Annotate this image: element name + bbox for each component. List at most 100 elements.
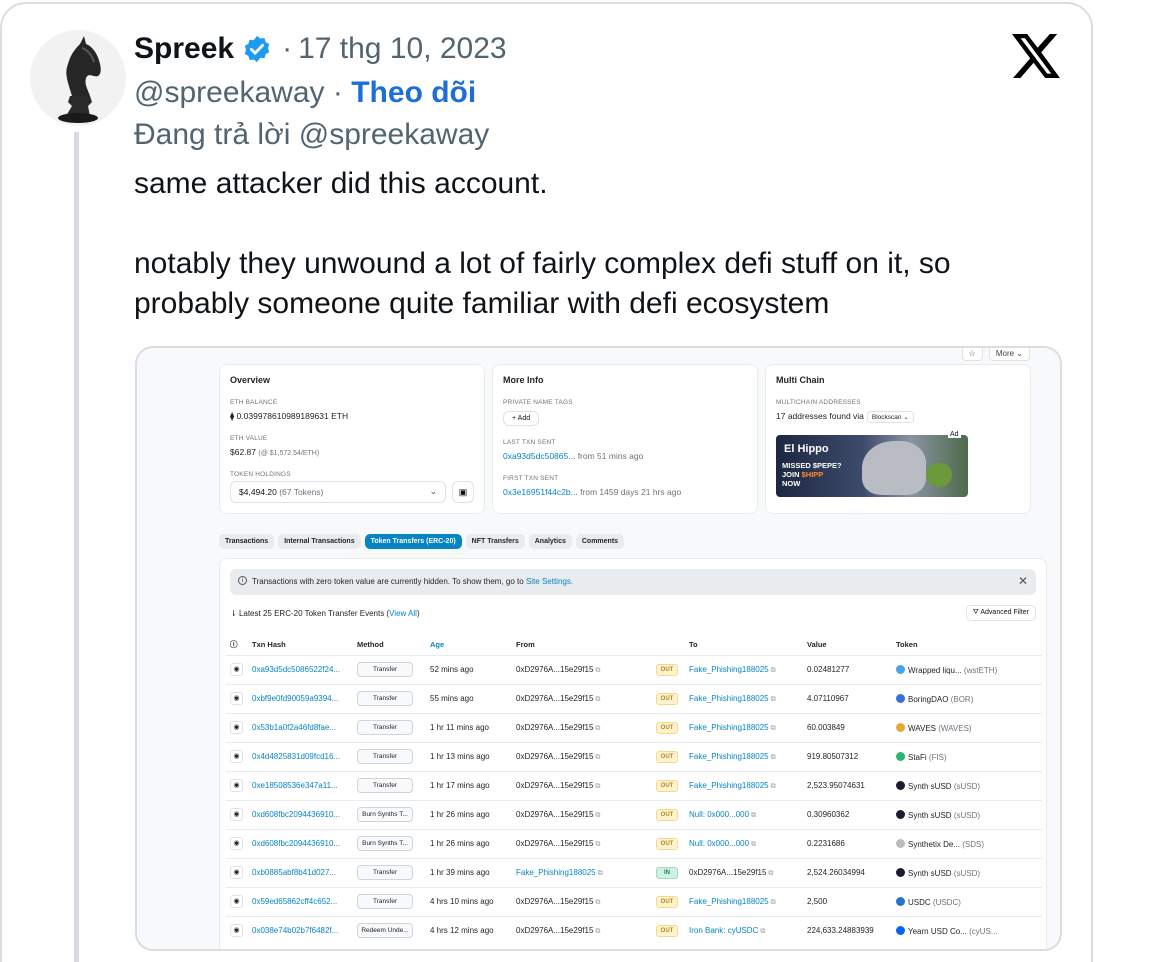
last-txn-link[interactable]: 0xa93d5dc50865... xyxy=(503,451,575,461)
txn-hash-link[interactable]: 0x038e74b02b7f6482f... xyxy=(252,926,338,935)
copy-icon[interactable]: ⧉ xyxy=(771,899,776,906)
from-address[interactable]: 0xD2976A...15e29f15 xyxy=(516,897,593,906)
tab-transactions[interactable]: Transactions xyxy=(219,534,275,549)
eye-icon[interactable]: ◉ xyxy=(230,750,243,763)
author-handle[interactable]: @spreekaway xyxy=(134,76,325,109)
from-address[interactable]: 0xD2976A...15e29f15 xyxy=(516,694,593,703)
copy-icon[interactable]: ⧉ xyxy=(751,812,756,819)
eye-icon[interactable]: ◉ xyxy=(230,808,243,821)
txn-hash-link[interactable]: 0x53b1a0f2a46fd8fae... xyxy=(252,723,336,732)
txn-hash-link[interactable]: 0xbf9e0fd90059a9394... xyxy=(252,694,338,703)
token-name[interactable]: StaFi xyxy=(908,753,927,762)
from-address[interactable]: 0xD2976A...15e29f15 xyxy=(516,723,593,732)
tab-analytics[interactable]: Analytics xyxy=(528,534,572,549)
tweet-date[interactable]: 17 thg 10, 2023 xyxy=(298,32,507,66)
eye-icon[interactable]: ◉ xyxy=(230,866,243,879)
col-age[interactable]: Age xyxy=(426,635,512,655)
copy-icon[interactable]: ⧉ xyxy=(771,783,776,790)
copy-icon[interactable]: ⧉ xyxy=(595,928,600,935)
copy-icon[interactable]: ⧉ xyxy=(771,725,776,732)
token-name[interactable]: USDC xyxy=(908,898,931,907)
to-address[interactable]: Null: 0x000...000 xyxy=(689,810,749,819)
eye-icon[interactable]: ◉ xyxy=(230,895,243,908)
from-address[interactable]: 0xD2976A...15e29f15 xyxy=(516,665,593,674)
to-address[interactable]: Fake_Phishing188025 xyxy=(689,752,769,761)
wallet-icon[interactable]: ▣ xyxy=(452,481,474,503)
close-icon[interactable]: ✕ xyxy=(1018,574,1028,588)
copy-icon[interactable]: ⧉ xyxy=(595,667,600,674)
txn-hash-link[interactable]: 0x59ed65862cff4c652... xyxy=(252,897,337,906)
eye-icon[interactable]: ◉ xyxy=(230,837,243,850)
token-name[interactable]: BoringDAO xyxy=(908,695,948,704)
eye-icon[interactable]: ◉ xyxy=(230,924,243,938)
txn-hash-link[interactable]: 0xa93d5dc5086522f24... xyxy=(252,665,340,674)
token-name[interactable]: Yearn USD Co... xyxy=(908,927,967,936)
ad-banner[interactable]: El Hippo MISSED $PEPE? JOIN $HIPP NOW xyxy=(776,435,968,497)
from-address[interactable]: 0xD2976A...15e29f15 xyxy=(516,752,593,761)
site-settings-link[interactable]: Site Settings. xyxy=(526,577,573,586)
eye-icon[interactable]: ◉ xyxy=(230,721,243,734)
txn-hash-link[interactable]: 0xe18508536e347a11... xyxy=(252,781,338,790)
star-button[interactable]: ☆ xyxy=(961,348,983,361)
to-address[interactable]: Null: 0x000...000 xyxy=(689,839,749,848)
copy-icon[interactable]: ⧉ xyxy=(595,754,600,761)
txn-hash-link[interactable]: 0xd608fbc2094436910... xyxy=(252,810,340,819)
copy-icon[interactable]: ⧉ xyxy=(595,725,600,732)
txn-hash-link[interactable]: 0xb0885abf8b41d027... xyxy=(252,868,336,877)
author-name[interactable]: Spreek xyxy=(134,32,234,66)
from-address[interactable]: Fake_Phishing188025 xyxy=(516,868,596,877)
ad-join: JOIN xyxy=(782,470,800,479)
col-method[interactable]: Method xyxy=(353,635,426,655)
copy-icon[interactable]: ⧉ xyxy=(771,667,776,674)
tab-internal-transactions[interactable]: Internal Transactions xyxy=(278,534,361,549)
copy-icon[interactable]: ⧉ xyxy=(595,899,600,906)
author-avatar[interactable] xyxy=(30,30,126,126)
eye-icon[interactable]: ◉ xyxy=(230,663,243,676)
tab-token-transfers[interactable]: Token Transfers (ERC-20) xyxy=(364,534,462,549)
copy-icon[interactable]: ⧉ xyxy=(771,754,776,761)
from-address[interactable]: 0xD2976A...15e29f15 xyxy=(516,810,593,819)
to-address[interactable]: Fake_Phishing188025 xyxy=(689,897,769,906)
eye-icon[interactable]: ◉ xyxy=(230,692,243,705)
view-all-link[interactable]: View All xyxy=(389,609,417,618)
more-button[interactable]: More ⌄ xyxy=(988,348,1030,361)
copy-icon[interactable]: ⧉ xyxy=(595,812,600,819)
ad-title: El Hippo xyxy=(784,443,829,455)
add-tag-button[interactable]: + Add xyxy=(503,411,540,426)
eye-icon[interactable]: ◉ xyxy=(230,779,243,792)
from-address[interactable]: 0xD2976A...15e29f15 xyxy=(516,781,593,790)
attached-screenshot[interactable]: ☆ More ⌄ Overview ETH BALANCE ⧫ 0.039978… xyxy=(135,346,1062,951)
token-name[interactable]: Synth sUSD xyxy=(908,869,952,878)
copy-icon[interactable]: ⧉ xyxy=(595,783,600,790)
to-address[interactable]: Fake_Phishing188025 xyxy=(689,694,769,703)
advanced-filter-button[interactable]: ⛛ Advanced Filter xyxy=(965,605,1036,621)
txn-hash-link[interactable]: 0x4d4825831d09fcd16... xyxy=(252,752,340,761)
x-logo-icon[interactable] xyxy=(1012,34,1060,78)
from-address[interactable]: 0xD2976A...15e29f15 xyxy=(516,839,593,848)
copy-icon[interactable]: ⧉ xyxy=(751,841,756,848)
copy-icon[interactable]: ⧉ xyxy=(760,928,765,935)
to-address[interactable]: Iron Bank: cyUSDC xyxy=(689,926,758,935)
token-holdings-dropdown[interactable]: $4,494.20 (67 Tokens) ⌄ xyxy=(230,481,446,503)
token-name[interactable]: WAVES xyxy=(908,724,936,733)
token-name[interactable]: Synth sUSD xyxy=(908,782,952,791)
copy-icon[interactable]: ⧉ xyxy=(771,696,776,703)
from-address[interactable]: 0xD2976A...15e29f15 xyxy=(516,926,593,935)
copy-icon[interactable]: ⧉ xyxy=(768,870,773,877)
blockscan-button[interactable]: Blockscan ⌄ xyxy=(866,411,914,423)
token-name[interactable]: Synth sUSD xyxy=(908,811,952,820)
to-address[interactable]: Fake_Phishing188025 xyxy=(689,665,769,674)
first-txn-link[interactable]: 0x3e16951f44c2b... xyxy=(503,487,578,497)
to-address[interactable]: 0xD2976A...15e29f15 xyxy=(689,868,766,877)
copy-icon[interactable]: ⧉ xyxy=(598,870,603,877)
token-name[interactable]: Wrapped liqu... xyxy=(908,666,962,675)
follow-link[interactable]: Theo dõi xyxy=(351,76,476,109)
txn-hash-link[interactable]: 0xd608fbc2094436910... xyxy=(252,839,340,848)
copy-icon[interactable]: ⧉ xyxy=(595,696,600,703)
tab-comments[interactable]: Comments xyxy=(575,534,625,549)
to-address[interactable]: Fake_Phishing188025 xyxy=(689,723,769,732)
tab-nft-transfers[interactable]: NFT Transfers xyxy=(465,534,525,549)
token-name[interactable]: Synthetix De... xyxy=(908,840,960,849)
copy-icon[interactable]: ⧉ xyxy=(595,841,600,848)
to-address[interactable]: Fake_Phishing188025 xyxy=(689,781,769,790)
